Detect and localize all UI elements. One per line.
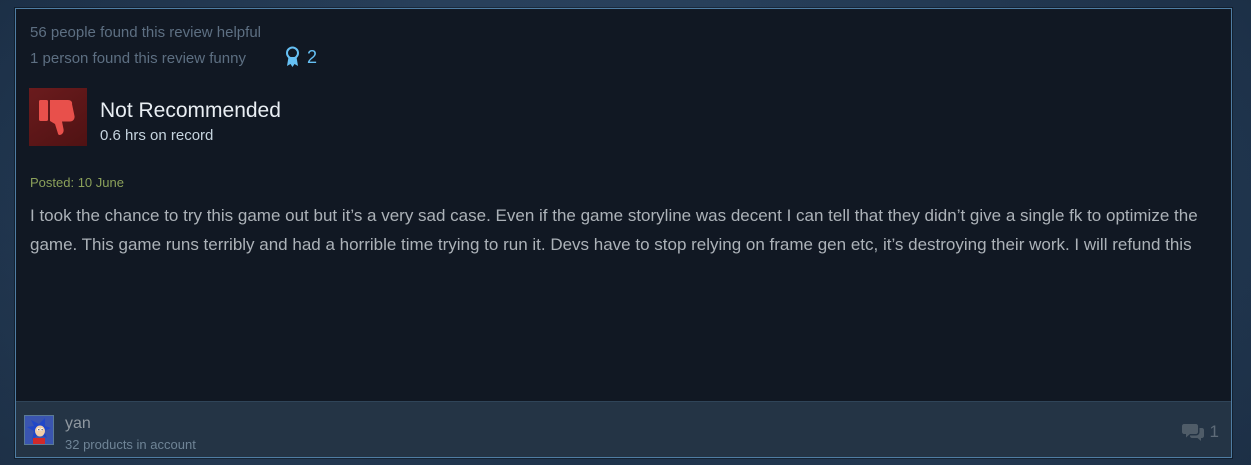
award-ribbon-icon [286,46,299,67]
award-badge[interactable]: 2 [284,46,317,68]
avatar-image [25,416,53,444]
review-author-bar: yan 32 products in account 1 [16,401,1231,457]
review-body: I took the chance to try this game out b… [30,206,1198,254]
review-verdict[interactable]: Not Recommended [100,99,281,123]
comment-count: 1 [1209,422,1219,441]
comment-bubbles-icon [1181,424,1204,441]
author-products[interactable]: 32 products in account [65,437,196,452]
hours-on-record: 0.6 hrs on record [100,127,214,144]
helpful-count: 56 people found this review helpful [30,24,261,41]
author-name[interactable]: yan [65,415,91,433]
review-card: 56 people found this review helpful 1 pe… [15,8,1232,458]
comments-link[interactable]: 1 [1181,422,1219,442]
award-count: 2 [307,46,318,67]
avatar[interactable] [24,415,54,445]
thumbs-down-badge[interactable] [29,88,87,146]
posted-date: Posted: 10 June [30,175,124,190]
funny-count: 1 person found this review funny [30,50,246,67]
thumbs-down-icon [39,100,75,135]
